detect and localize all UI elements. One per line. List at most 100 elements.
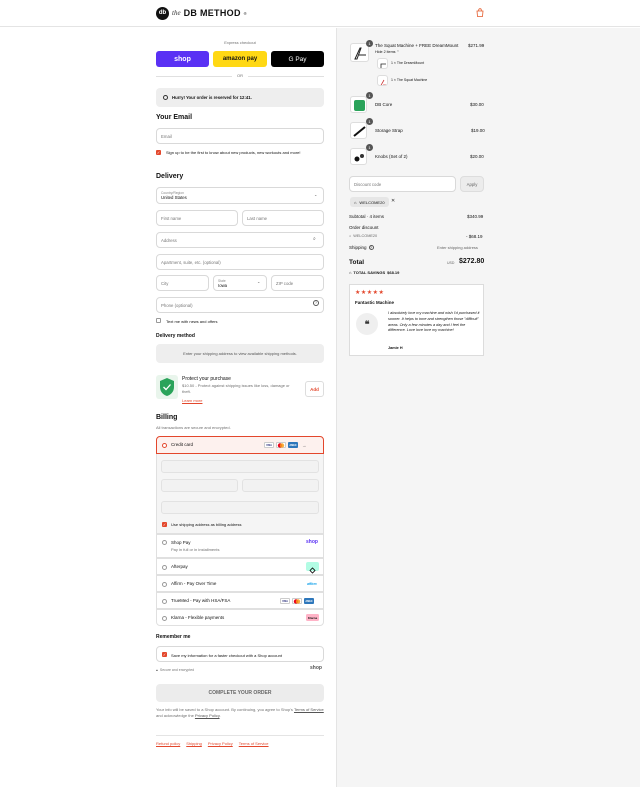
protect-title: Protect your purchase bbox=[182, 376, 231, 382]
reservation-text: Hurry! Your order is reserved for 12:41. bbox=[172, 95, 252, 100]
mastercard-icon bbox=[292, 598, 302, 604]
hide-items-toggle[interactable]: Hide 2 items ⌃ bbox=[375, 50, 400, 54]
name-on-card-field[interactable] bbox=[161, 501, 319, 514]
signup-checkbox[interactable]: ✓ bbox=[156, 150, 161, 155]
security-code-field[interactable] bbox=[242, 479, 319, 492]
klarna-radio[interactable] bbox=[162, 615, 167, 621]
affirm-logo: affirm bbox=[307, 581, 317, 586]
item-price: $19.00 bbox=[471, 128, 485, 133]
expiry-field[interactable] bbox=[161, 479, 238, 492]
amazon-pay-button[interactable]: amazon pay bbox=[213, 51, 267, 67]
refund-policy-link[interactable]: Refund policy bbox=[156, 741, 180, 746]
payment-option-shop-pay[interactable]: Shop Pay Pay in full or in installments … bbox=[156, 534, 324, 558]
remove-discount-icon[interactable]: ✕ bbox=[391, 198, 395, 204]
apply-button[interactable]: Apply bbox=[460, 176, 484, 192]
text-me-checkbox[interactable] bbox=[156, 318, 161, 323]
logo-mark-icon: db bbox=[156, 6, 169, 20]
add-protection-button[interactable]: Add bbox=[305, 381, 324, 397]
phone-field[interactable]: Phone (optional) bbox=[156, 297, 324, 313]
affirm-label: Affirm - Pay Over Time bbox=[171, 581, 217, 586]
affirm-radio[interactable] bbox=[162, 581, 167, 587]
klarna-logo: Klarna bbox=[306, 614, 319, 621]
truemed-card-logos: VISA AMEX bbox=[280, 598, 314, 604]
express-checkout-label: Express checkout bbox=[224, 40, 256, 45]
signup-label: Sign up to be the first to know about ne… bbox=[166, 150, 301, 155]
item-name: Knobs (Set of 2) bbox=[375, 154, 408, 159]
truemed-label: TrueMed - Pay with HSA/FSA bbox=[171, 598, 231, 603]
shipping-row: Shipping? bbox=[349, 245, 374, 250]
delivery-method-note: Enter your shipping address to view avai… bbox=[156, 344, 324, 363]
delivery-method-heading: Delivery method bbox=[156, 333, 195, 339]
dreammount-thumbnail bbox=[377, 58, 388, 69]
discount-code-field[interactable]: Discount code bbox=[349, 176, 456, 192]
brand-logo[interactable]: db the DB METHOD ® bbox=[156, 6, 247, 20]
address-field[interactable]: Address bbox=[156, 232, 324, 248]
legal-period: . bbox=[219, 713, 221, 718]
first-name-field[interactable]: First name bbox=[156, 210, 238, 226]
review-body: I absolutely love my machine and wish I'… bbox=[388, 311, 480, 333]
privacy-policy-link[interactable]: Privacy Policy bbox=[208, 741, 233, 746]
shipping-link[interactable]: Shipping bbox=[186, 741, 202, 746]
payment-option-truemed[interactable]: TrueMed - Pay with HSA/FSA VISA AMEX bbox=[156, 592, 324, 609]
shop-privacy-link[interactable]: Privacy Policy bbox=[195, 713, 220, 718]
payment-option-afterpay[interactable]: Afterpay bbox=[156, 558, 324, 575]
email-heading: Your Email bbox=[156, 114, 193, 121]
city-field[interactable]: City bbox=[156, 275, 209, 291]
shop-pay-button[interactable]: shop bbox=[156, 51, 209, 67]
more-cards-icon: → bbox=[302, 442, 307, 448]
payment-option-klarna[interactable]: Klarna - Flexible payments Klarna bbox=[156, 609, 324, 626]
shop-pay-label: Shop Pay bbox=[171, 539, 191, 545]
discount-tag-code: WELCOME20 bbox=[359, 199, 385, 205]
remember-heading: Remember me bbox=[156, 634, 191, 640]
shop-pay-radio[interactable] bbox=[162, 540, 167, 545]
help-icon[interactable]: ? bbox=[313, 300, 319, 306]
state-value: Iowa bbox=[218, 282, 228, 288]
email-field[interactable]: Email bbox=[156, 128, 324, 144]
apartment-field[interactable]: Apartment, suite, etc. (optional) bbox=[156, 254, 324, 270]
footer-divider bbox=[156, 735, 324, 736]
item-price: $20.00 bbox=[470, 154, 484, 159]
zip-field[interactable]: ZIP code bbox=[271, 275, 324, 291]
amex-icon: AMEX bbox=[304, 598, 314, 604]
save-info-box[interactable]: ✓ Save my information for a faster check… bbox=[156, 646, 324, 662]
savings-value: $68.19 bbox=[387, 270, 400, 275]
brand-name: DB METHOD bbox=[183, 8, 241, 18]
visa-icon: VISA bbox=[280, 598, 290, 604]
footer-links: Refund policy Shipping Privacy Policy Te… bbox=[156, 741, 269, 746]
info-icon[interactable]: ? bbox=[368, 245, 374, 250]
text-me-label: Text me with news and offers bbox=[166, 319, 218, 324]
savings-label: TOTAL SAVINGS bbox=[353, 270, 386, 275]
terms-of-service-link[interactable]: Terms of Service bbox=[239, 741, 269, 746]
google-pay-button[interactable]: G Pay bbox=[271, 51, 324, 67]
last-name-field[interactable]: Last name bbox=[242, 210, 324, 226]
billing-heading: Billing bbox=[156, 414, 178, 421]
card-number-field[interactable] bbox=[161, 460, 319, 473]
use-shipping-checkbox[interactable]: ✓ bbox=[162, 522, 167, 527]
credit-card-radio[interactable] bbox=[162, 442, 167, 448]
shop-terms-link[interactable]: Terms of Service bbox=[294, 707, 324, 712]
complete-order-button[interactable]: COMPLETE YOUR ORDER bbox=[156, 684, 324, 702]
mastercard-icon bbox=[276, 442, 286, 448]
discount-value: - $68.19 bbox=[466, 234, 483, 239]
order-discount-label: Order discount bbox=[349, 225, 379, 230]
item-name: Storage Strap bbox=[375, 128, 403, 133]
payment-option-affirm[interactable]: Affirm - Pay Over Time affirm bbox=[156, 575, 324, 592]
secure-text: Secure and encrypted bbox=[159, 668, 195, 672]
toggle-label: Hide 2 items bbox=[375, 50, 396, 54]
secure-note: 🔒︎ Secure and encrypted bbox=[156, 668, 194, 672]
learn-more-link[interactable]: Learn more bbox=[182, 398, 202, 403]
afterpay-radio[interactable] bbox=[162, 564, 167, 570]
afterpay-label: Afterpay bbox=[171, 564, 188, 569]
shop-pay-logo: shop bbox=[306, 538, 318, 545]
sub-item: 1 × The DreamMount bbox=[391, 61, 425, 65]
cart-bag-icon[interactable] bbox=[475, 8, 485, 19]
save-info-checkbox[interactable]: ✓ bbox=[162, 652, 167, 657]
amex-icon: AMEX bbox=[288, 442, 298, 448]
search-icon: ⌕ bbox=[313, 236, 316, 242]
country-select[interactable]: Country/Region United States bbox=[156, 187, 324, 204]
tag-icon: ⌂ bbox=[349, 234, 352, 238]
or-separator: OR bbox=[237, 73, 243, 78]
credit-card-option[interactable]: Credit card VISA AMEX → bbox=[156, 436, 324, 454]
truemed-radio[interactable] bbox=[162, 598, 167, 604]
lock-icon: 🔒︎ bbox=[156, 668, 158, 672]
